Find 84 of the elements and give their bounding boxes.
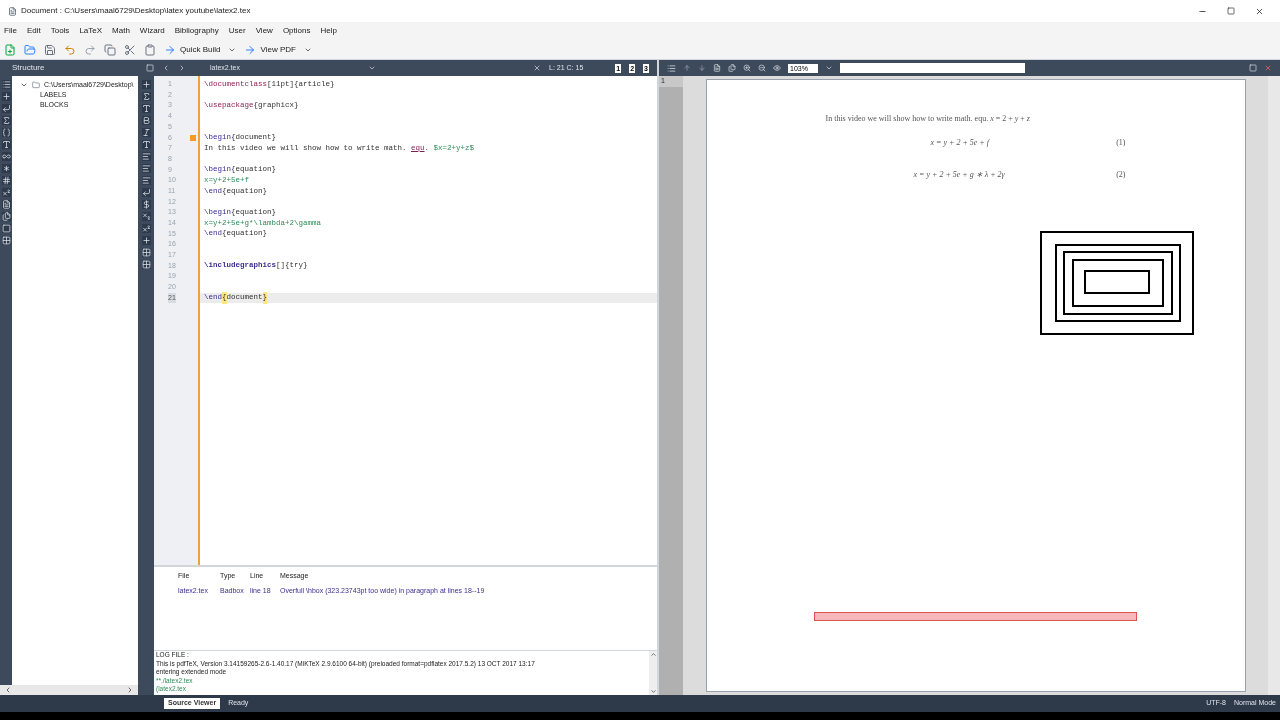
scroll-down-icon[interactable] — [649, 688, 657, 695]
scroll-left-icon[interactable] — [4, 686, 12, 694]
fit-page-icon[interactable] — [728, 64, 736, 72]
paragraph: In this video we will show how to write math. equ. x = 2 + y + z — [825, 114, 1030, 123]
tool-icon[interactable] — [1, 128, 11, 137]
tool-icon[interactable] — [141, 176, 151, 185]
search-field[interactable] — [840, 63, 1025, 73]
equation: x = y + 2 + 5e + f — [930, 137, 989, 149]
tool-icon[interactable] — [1, 152, 11, 161]
menu-item[interactable]: Bibliography — [174, 25, 219, 37]
panel-title: Structure — [12, 62, 45, 74]
equation-number: (1) — [1116, 137, 1126, 149]
tool-icon[interactable] — [141, 224, 151, 233]
tool-icon[interactable] — [1, 116, 11, 125]
tool-icon[interactable] — [141, 188, 151, 197]
previous-tab-icon[interactable] — [162, 64, 170, 72]
tool-icon[interactable] — [1, 212, 11, 221]
arrow-icon — [244, 43, 257, 56]
tool-icon[interactable] — [141, 260, 151, 269]
tool-icon[interactable] — [141, 236, 151, 245]
tool-icon[interactable] — [1, 92, 11, 101]
tool-icon[interactable] — [141, 92, 151, 101]
tool-icon[interactable] — [1, 236, 11, 245]
new-file-icon[interactable] — [4, 43, 16, 56]
undo-icon[interactable] — [64, 43, 76, 56]
save-icon[interactable] — [44, 43, 56, 56]
tool-icon[interactable] — [1, 140, 11, 149]
view-pdf-button[interactable]: View PDF — [244, 43, 296, 56]
tool-icon[interactable] — [1, 188, 11, 197]
menu-item[interactable]: Tools — [50, 25, 70, 37]
zoom-in-icon[interactable] — [743, 64, 751, 72]
view-icon[interactable] — [773, 64, 781, 72]
menu-item[interactable]: Wizard — [139, 25, 165, 37]
equation-number: (2) — [1116, 169, 1126, 181]
tool-icon[interactable] — [1, 176, 11, 185]
menu-item[interactable]: User — [228, 25, 246, 37]
expand-icon[interactable] — [20, 81, 28, 89]
tool-icon[interactable] — [141, 104, 151, 113]
close-icon[interactable] — [533, 64, 542, 72]
zoom-dropdown-icon[interactable] — [825, 64, 833, 72]
menu-item[interactable]: Edit — [26, 25, 41, 37]
menu-item[interactable]: Options — [282, 25, 311, 37]
tool-icon[interactable] — [141, 248, 151, 257]
quick-build-button[interactable]: Quick Build — [164, 43, 221, 56]
tool-icon[interactable] — [141, 212, 151, 221]
paste-icon[interactable] — [144, 43, 156, 56]
menu-item[interactable]: Help — [320, 25, 337, 37]
tool-icon[interactable] — [141, 164, 151, 173]
equation: x = y + 2 + 5e + g ∗ λ + 2γ — [913, 169, 1005, 181]
tab-list-icon[interactable] — [367, 64, 376, 72]
split-icon[interactable] — [146, 64, 154, 72]
next-tab-icon[interactable] — [178, 64, 186, 72]
close-icon[interactable] — [1255, 6, 1264, 16]
app-icon — [8, 6, 17, 16]
open-icon[interactable] — [24, 43, 36, 56]
tool-icon[interactable] — [1, 104, 11, 113]
tool-icon[interactable] — [141, 200, 151, 209]
menu-item[interactable]: View — [255, 25, 273, 37]
tool-icon[interactable] — [141, 116, 151, 125]
tool-icon[interactable] — [141, 140, 151, 149]
folder-icon — [32, 81, 40, 89]
tool-icon[interactable] — [141, 80, 151, 89]
cut-icon[interactable] — [124, 43, 136, 56]
menu-item[interactable]: File — [4, 25, 17, 37]
scroll-right-icon[interactable] — [126, 686, 134, 694]
scrollbar[interactable] — [1268, 76, 1280, 695]
fold-marker[interactable] — [190, 134, 196, 141]
tool-icon[interactable] — [141, 128, 151, 137]
maximize-icon[interactable] — [1227, 7, 1235, 15]
tool-icon[interactable] — [1, 164, 11, 173]
tool-icon[interactable] — [141, 152, 151, 161]
copy-icon[interactable] — [104, 43, 116, 56]
arrow-icon — [164, 43, 176, 56]
scroll-up-icon[interactable] — [649, 651, 657, 658]
menu-item[interactable]: Math — [112, 25, 130, 37]
window-icon[interactable] — [1249, 64, 1257, 72]
tool-icon[interactable] — [1, 200, 11, 209]
window-title: Document : C:\Users\maal6729\Desktop\latex youtube\latex2.tex — [21, 5, 251, 17]
zoom-out-icon[interactable] — [758, 64, 766, 72]
tool-icon[interactable] — [1, 80, 11, 89]
toc-icon[interactable] — [667, 63, 676, 73]
tool-icon[interactable] — [1, 224, 11, 233]
menu-item[interactable]: LaTeX — [79, 25, 103, 37]
fit-width-icon[interactable] — [713, 64, 721, 72]
